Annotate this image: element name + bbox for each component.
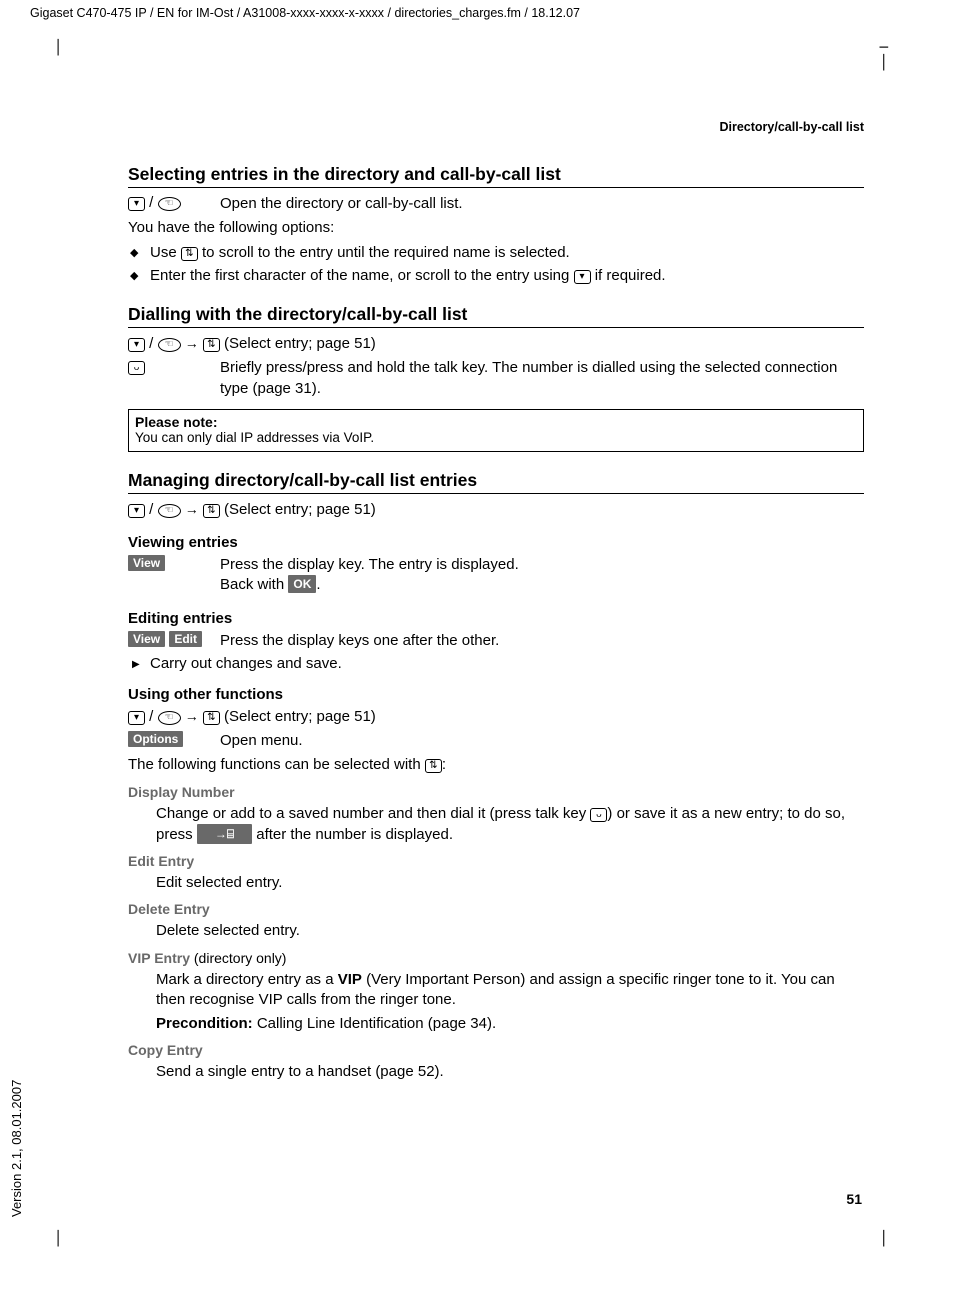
version-sidebar: Version 2.1, 08.01.2007	[9, 1080, 24, 1217]
heading-selecting-entries: Selecting entries in the directory and c…	[128, 164, 864, 188]
other-select-line: ▾ / ☜ → ⇅ (Select entry; page 51)	[128, 707, 864, 727]
fn-delete-entry-title: Delete Entry	[128, 901, 864, 917]
edit-carry-out: Carry out changes and save.	[128, 655, 864, 672]
arrow-icon: →	[185, 501, 199, 517]
softkey-edit: Edit	[169, 631, 202, 647]
cbc-key-icon: ☜	[158, 338, 181, 352]
down-key-icon: ▾	[128, 197, 145, 211]
fn-vip-entry-desc: Mark a directory entry as a VIP (Very Im…	[156, 970, 864, 1011]
fn-copy-entry-title: Copy Entry	[128, 1042, 864, 1058]
crop-mark-bottom-left: │	[54, 1231, 62, 1247]
doc-path-header: Gigaset C470-475 IP / EN for IM-Ost / A3…	[0, 0, 954, 20]
down-key-icon: ▾	[128, 338, 145, 352]
options-bullet-list: Use ⇅ to scroll to the entry until the r…	[128, 243, 864, 287]
fn-display-number-title: Display Number	[128, 784, 864, 800]
other-intro: The following functions can be selected …	[128, 755, 864, 775]
options-key-cell: Options	[128, 731, 220, 748]
edit-desc: Press the display keys one after the oth…	[220, 631, 864, 651]
softkey-view: View	[128, 555, 165, 571]
nav-key-icon: ⇅	[203, 338, 220, 352]
options-intro: You have the following options:	[128, 218, 864, 238]
fn-edit-entry-desc: Edit selected entry.	[156, 873, 864, 893]
options-open-menu: Open menu.	[220, 731, 864, 751]
cbc-key-icon: ☜	[158, 197, 181, 211]
talk-key-cell: ᴗ	[128, 358, 220, 375]
nav-key-icon: ⇅	[181, 247, 198, 261]
heading-managing: Managing directory/call-by-call list ent…	[128, 470, 864, 494]
crop-mark-mid-right: ─	[880, 40, 888, 56]
subheading-editing: Editing entries	[128, 610, 864, 627]
nav-key-icon: ⇅	[425, 759, 442, 773]
bullet-enter-first-char: Enter the first character of the name, o…	[128, 266, 864, 286]
cbc-key-icon: ☜	[158, 711, 181, 725]
view-key-cell: View	[128, 555, 220, 572]
note-title: Please note:	[135, 414, 857, 430]
down-key-icon: ▾	[574, 270, 591, 284]
edit-steps-list: Carry out changes and save.	[128, 655, 864, 672]
softkey-save-to-dir-icon: →⌸	[197, 824, 252, 844]
running-header: Directory/call-by-call list	[128, 120, 864, 134]
talk-key-icon: ᴗ	[590, 808, 607, 822]
view-back-a: Back with	[220, 576, 288, 593]
page-number: 51	[846, 1191, 862, 1207]
managing-select-line: ▾ / ☜ → ⇅ (Select entry; page 51)	[128, 500, 864, 520]
dialling-select-line: ▾ / ☜ → ⇅ (Select entry; page 51)	[128, 334, 864, 354]
nav-key-icon: ⇅	[203, 711, 220, 725]
down-key-icon: ▾	[128, 711, 145, 725]
note-body: You can only dial IP addresses via VoIP.	[135, 430, 857, 445]
please-note-box: Please note: You can only dial IP addres…	[128, 409, 864, 452]
view-back-b: .	[316, 576, 320, 593]
subheading-viewing: Viewing entries	[128, 534, 864, 551]
down-key-icon: ▾	[128, 504, 145, 518]
fn-edit-entry-title: Edit Entry	[128, 853, 864, 869]
arrow-icon: →	[185, 708, 199, 724]
nav-key-icon: ⇅	[203, 504, 220, 518]
dialling-desc: Briefly press/press and hold the talk ke…	[220, 358, 864, 399]
fn-copy-entry-desc: Send a single entry to a handset (page 5…	[156, 1062, 864, 1082]
softkey-options: Options	[128, 731, 183, 747]
cbc-key-icon: ☜	[158, 504, 181, 518]
crop-mark-top-right: │	[880, 55, 888, 71]
fn-vip-precondition: Precondition: Calling Line Identificatio…	[156, 1014, 864, 1034]
fn-delete-entry-desc: Delete selected entry.	[156, 921, 864, 941]
fn-vip-entry-title: VIP Entry (directory only)	[128, 950, 864, 966]
edit-keys-cell: View Edit	[128, 631, 220, 648]
heading-dialling: Dialling with the directory/call-by-call…	[128, 304, 864, 328]
arrow-icon: →	[185, 335, 199, 351]
crop-mark-bottom-right: │	[880, 1231, 888, 1247]
talk-key-icon: ᴗ	[128, 361, 145, 375]
softkey-ok: OK	[288, 575, 316, 593]
subheading-other-functions: Using other functions	[128, 686, 864, 703]
bullet-scroll-entry: Use ⇅ to scroll to the entry until the r…	[128, 243, 864, 263]
fn-display-number-desc: Change or add to a saved number and then…	[156, 804, 864, 846]
prefix-icons-open: ▾ / ☜	[128, 194, 220, 211]
crop-mark-top-left: │	[54, 40, 62, 56]
softkey-view: View	[128, 631, 165, 647]
view-desc: Press the display key. The entry is disp…	[220, 556, 519, 573]
open-dir-text: Open the directory or call-by-call list.	[220, 194, 864, 214]
